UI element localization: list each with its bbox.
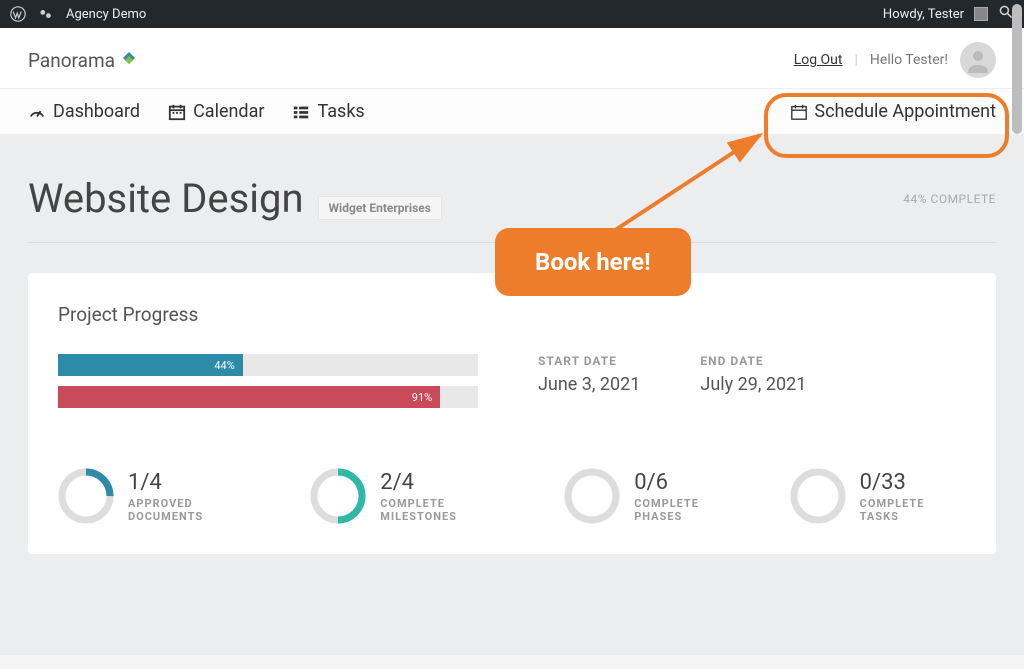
site-header: Panorama Log Out | Hello Tester! bbox=[0, 28, 1024, 88]
progress-bar: 44% bbox=[58, 354, 243, 376]
donut-chart bbox=[58, 468, 114, 524]
nav-bar: Dashboard Calendar Tasks Schedule Appoin… bbox=[0, 88, 1024, 135]
donut-chart bbox=[790, 468, 846, 524]
progress-card: Project Progress PROGRESS 44% MING 91% bbox=[28, 273, 996, 554]
progress-bars: PROGRESS 44% MING 91% bbox=[58, 354, 478, 418]
stat-item: 0/33 COMPLETE TASKS bbox=[790, 468, 966, 524]
separator: | bbox=[854, 52, 857, 68]
nav-dashboard[interactable]: Dashboard bbox=[28, 101, 140, 122]
stat-value: 1/4 bbox=[128, 470, 270, 495]
wordpress-icon[interactable] bbox=[10, 6, 26, 22]
stat-item: 2/4 COMPLETE MILESTONES bbox=[310, 468, 524, 524]
wp-avatar[interactable] bbox=[974, 7, 988, 21]
nav-calendar[interactable]: Calendar bbox=[168, 101, 264, 122]
stat-value: 2/4 bbox=[380, 470, 524, 495]
site-icon[interactable] bbox=[38, 6, 54, 22]
avatar-icon bbox=[963, 45, 993, 75]
end-date-block: END DATE July 29, 2021 bbox=[700, 354, 806, 418]
gauge-icon bbox=[28, 103, 46, 121]
card-title: Project Progress bbox=[58, 303, 966, 326]
wp-admin-bar: Agency Demo Howdy, Tester bbox=[0, 0, 1024, 28]
list-icon bbox=[292, 103, 310, 121]
annotation-callout: Book here! bbox=[495, 228, 691, 296]
client-badge[interactable]: Widget Enterprises bbox=[318, 196, 442, 220]
site-name[interactable]: Agency Demo bbox=[66, 7, 146, 22]
donut-chart bbox=[564, 468, 620, 524]
calendar-outline-icon bbox=[790, 103, 808, 121]
main-content: Website Design Widget Enterprises 44% CO… bbox=[0, 135, 1024, 655]
brand-logo[interactable]: Panorama bbox=[28, 49, 139, 72]
stat-label: COMPLETE PHASES bbox=[634, 497, 749, 523]
howdy-text[interactable]: Howdy, Tester bbox=[883, 7, 964, 22]
brand-text: Panorama bbox=[28, 49, 115, 72]
donut-chart bbox=[310, 468, 366, 524]
timing-bar: 91% bbox=[58, 386, 440, 408]
stats-row: 1/4 APPROVED DOCUMENTS 2/4 COMPLETE MILE… bbox=[58, 468, 966, 524]
stat-label: COMPLETE MILESTONES bbox=[380, 497, 524, 523]
greeting-text: Hello Tester! bbox=[870, 52, 948, 68]
nav-tasks[interactable]: Tasks bbox=[292, 101, 364, 122]
completion-text: 44% COMPLETE bbox=[903, 192, 996, 206]
schedule-appointment-button[interactable]: Schedule Appointment bbox=[790, 101, 996, 122]
logout-link[interactable]: Log Out bbox=[794, 52, 843, 68]
calendar-icon bbox=[168, 103, 186, 121]
stat-value: 0/33 bbox=[860, 470, 966, 495]
stat-value: 0/6 bbox=[634, 470, 749, 495]
stat-label: COMPLETE TASKS bbox=[860, 497, 966, 523]
avatar[interactable] bbox=[960, 42, 996, 78]
start-date-block: START DATE June 3, 2021 bbox=[538, 354, 640, 418]
stat-item: 0/6 COMPLETE PHASES bbox=[564, 468, 749, 524]
page-title: Website Design bbox=[28, 175, 304, 222]
brand-mark-icon bbox=[119, 50, 139, 70]
scrollbar[interactable] bbox=[1012, 4, 1022, 134]
stat-label: APPROVED DOCUMENTS bbox=[128, 497, 270, 523]
stat-item: 1/4 APPROVED DOCUMENTS bbox=[58, 468, 270, 524]
